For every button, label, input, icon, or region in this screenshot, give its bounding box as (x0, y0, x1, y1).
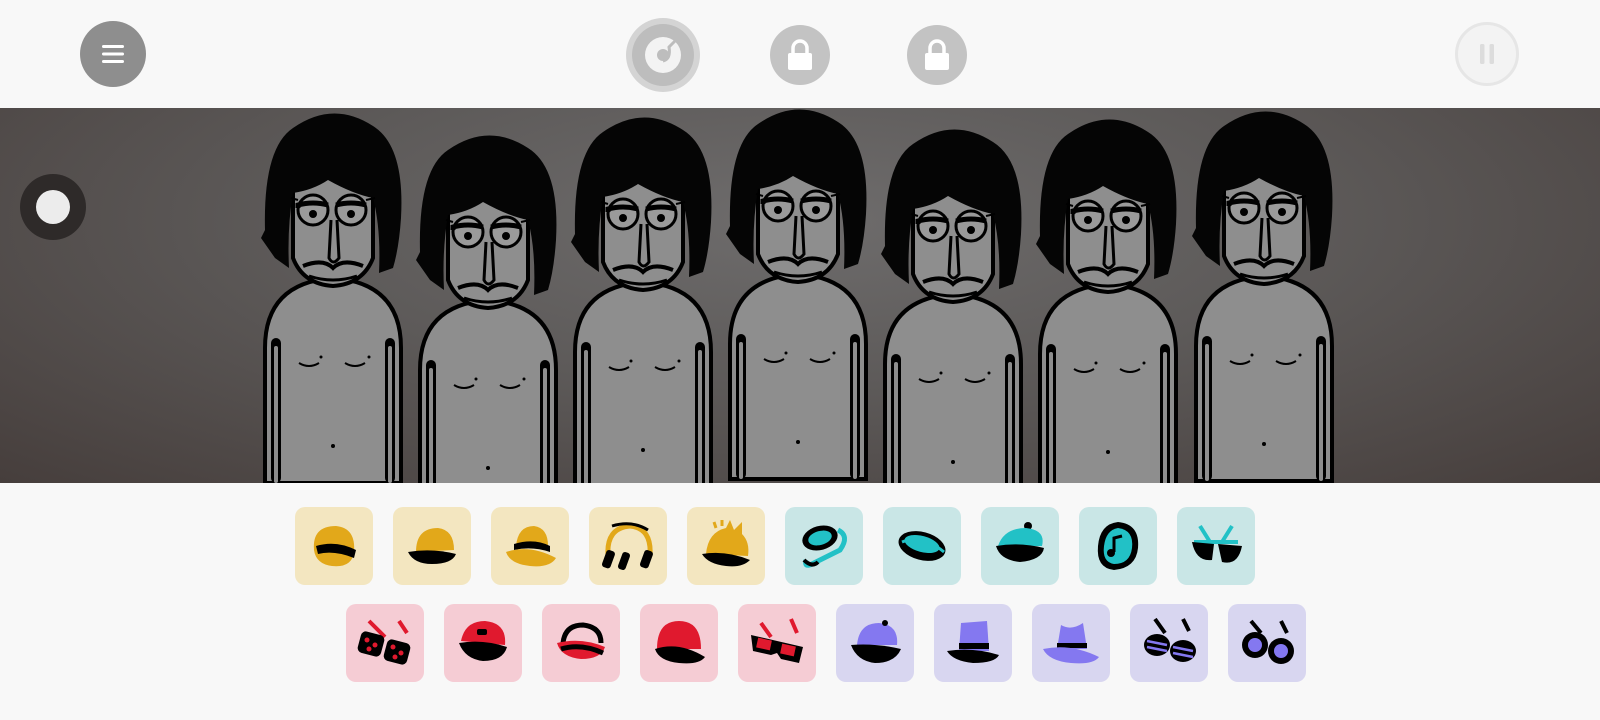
pause-icon (1480, 44, 1494, 64)
sound-icon-effects-10-button[interactable] (1177, 507, 1255, 585)
menu-button[interactable] (80, 21, 146, 87)
pause-button[interactable] (1455, 22, 1519, 86)
performer-slot-5[interactable] (881, 129, 1021, 483)
sound-icon-beats-1-button[interactable] (295, 507, 373, 585)
sound-icon-melodies-3-button[interactable] (542, 604, 620, 682)
record-button[interactable] (626, 18, 700, 92)
visor-cap-icon (557, 622, 605, 659)
performers-layer (0, 108, 1600, 483)
bucket-hat-icon (506, 526, 556, 567)
sound-icon-beats-5-button[interactable] (687, 507, 765, 585)
lock-icon (925, 39, 949, 70)
top-toolbar (0, 0, 1600, 108)
locked-slot-1-button[interactable] (770, 25, 830, 85)
stage (0, 108, 1600, 483)
visor-icon (898, 531, 946, 561)
dotted-glasses-icon (357, 619, 411, 665)
sound-row-1 (295, 507, 1255, 585)
lock-icon (788, 39, 812, 70)
music-note-mask-icon (1097, 522, 1139, 570)
toggle-dot-icon (36, 190, 70, 224)
sound-icon-beats-3-button[interactable] (491, 507, 569, 585)
helmet-visor-icon (313, 526, 356, 567)
sound-icon-voices-8-button[interactable] (1032, 604, 1110, 682)
sound-icon-voices-6-button[interactable] (836, 604, 914, 682)
top-hat-icon (947, 621, 999, 663)
sound-icon-melodies-5-button[interactable] (738, 604, 816, 682)
performer-slot-3[interactable] (571, 117, 711, 483)
performer-slot-1[interactable] (261, 113, 401, 483)
sound-icon-effects-8-button[interactable] (981, 507, 1059, 585)
mic-hook-icon (802, 525, 847, 568)
sound-icon-melodies-1-button[interactable] (346, 604, 424, 682)
sound-icon-melodies-4-button[interactable] (640, 604, 718, 682)
performer-slot-4[interactable] (726, 109, 866, 479)
speed-toggle[interactable] (20, 174, 86, 240)
baseball-cap-icon (851, 620, 901, 663)
sound-icon-effects-9-button[interactable] (1079, 507, 1157, 585)
vinyl-record-icon (645, 37, 681, 73)
sound-row-2 (346, 604, 1306, 682)
beanie-icon (655, 621, 705, 664)
sound-icon-beats-4-button[interactable] (589, 507, 667, 585)
performer-slot-6[interactable] (1036, 119, 1176, 483)
round-goggles-icon (1242, 619, 1294, 664)
sound-icon-effects-6-button[interactable] (785, 507, 863, 585)
headphones-icon (602, 522, 653, 570)
shutter-shades-icon (1144, 617, 1196, 662)
captain-hat-icon (459, 621, 507, 661)
sunglasses-icon (1192, 524, 1242, 563)
fedora-icon (1043, 623, 1099, 664)
beret-icon (996, 522, 1044, 562)
locked-slot-2-button[interactable] (907, 25, 967, 85)
3d-glasses-icon (751, 618, 803, 663)
sound-icon-melodies-2-button[interactable] (444, 604, 522, 682)
sound-icon-effects-7-button[interactable] (883, 507, 961, 585)
sound-icon-voices-7-button[interactable] (934, 604, 1012, 682)
menu-icon (102, 45, 124, 63)
sound-icon-voices-10-button[interactable] (1228, 604, 1306, 682)
cap-icon (408, 528, 456, 564)
performer-slot-7[interactable] (1192, 111, 1332, 481)
spiky-hat-icon (702, 520, 750, 567)
sound-icon-tray (0, 483, 1600, 720)
sound-icon-beats-2-button[interactable] (393, 507, 471, 585)
sound-icon-voices-9-button[interactable] (1130, 604, 1208, 682)
record-button-inner (632, 24, 694, 86)
performer-slot-2[interactable] (416, 135, 556, 483)
